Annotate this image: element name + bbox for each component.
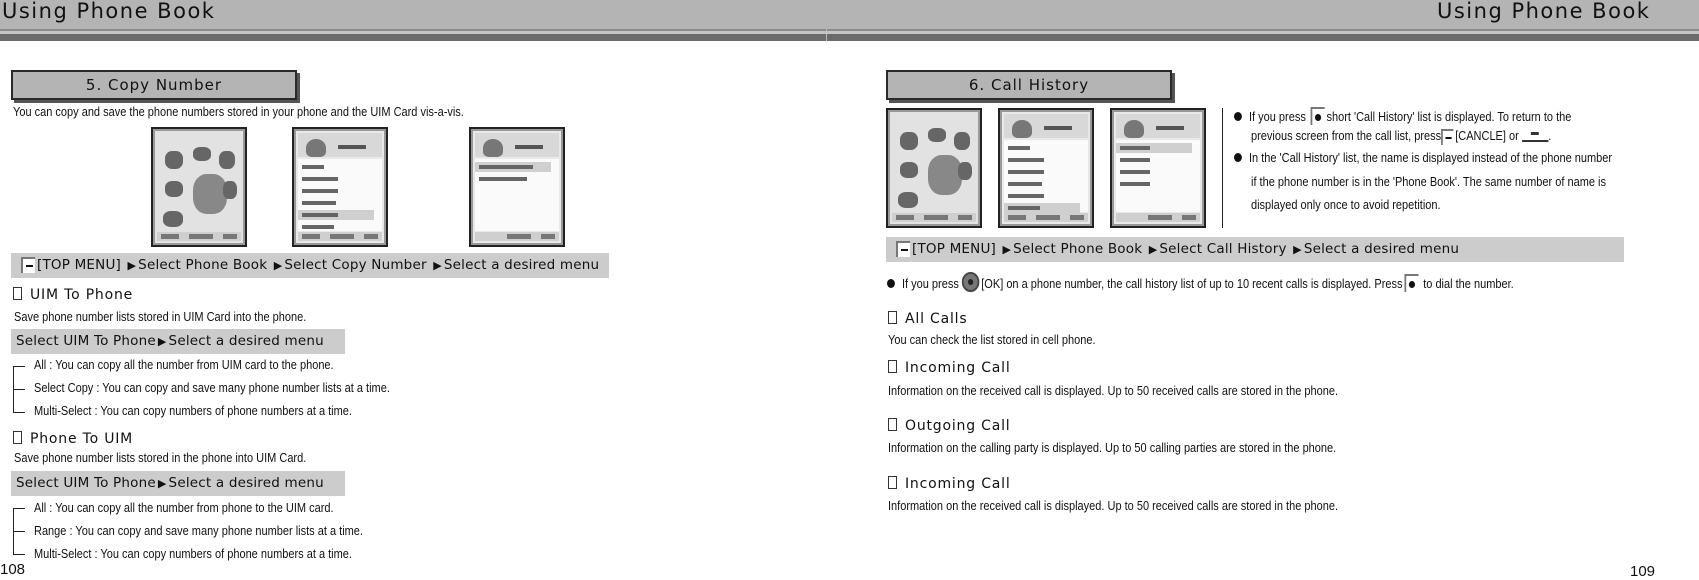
path-item: [TOP MENU] xyxy=(37,257,121,273)
arrow-right-icon: ▶ xyxy=(157,477,167,490)
sub-path-phone-to-uim: Select UIM To Phone ▶ Select a desired men… xyxy=(11,471,345,496)
note-line: displayed only once to avoid repetition. xyxy=(1251,198,1441,212)
menu-path-call-history: [TOP MENU] ▶ Select Phone Book ▶ Select Ca… xyxy=(886,237,1624,262)
arrow-right-icon: ▶ xyxy=(1148,243,1158,256)
subsection-description: Save phone number lists stored in UIM Ca… xyxy=(14,310,307,324)
note-line: If you press short 'Call History' list i… xyxy=(1234,107,1571,125)
phone-screenshot-call-history xyxy=(1110,108,1206,228)
send-key-icon xyxy=(1310,107,1325,125)
arrow-right-icon: ▶ xyxy=(1002,243,1012,256)
page-number-left: 108 xyxy=(0,561,26,578)
option-item: Multi-Select : You can copy numbers of p… xyxy=(34,547,352,561)
square-bullet-icon xyxy=(888,311,897,324)
phone-screenshot-main-menu xyxy=(886,108,982,228)
path-item: Select a desired menu xyxy=(1303,241,1460,257)
option-item: Select Copy : You can copy and save many… xyxy=(34,381,390,395)
path-item: Select Call History xyxy=(1159,241,1287,257)
bullet-icon xyxy=(1234,153,1242,162)
menu-path-copy-number: [TOP MENU] ▶ Select Phone Book ▶ Select Co… xyxy=(11,253,609,278)
arrow-right-icon: ▶ xyxy=(433,259,442,272)
header-divider xyxy=(0,34,1699,41)
square-bullet-icon xyxy=(888,360,897,373)
option-item: All : You can copy all the number from p… xyxy=(34,501,334,515)
subsection-description: Information on the received call is disp… xyxy=(888,384,1339,398)
square-bullet-icon xyxy=(888,476,897,489)
phone-screenshot-phone-book xyxy=(292,127,388,247)
note-line: if the phone number is in the 'Phone Boo… xyxy=(1251,175,1606,189)
subsection-description: Information on the calling party is disp… xyxy=(888,441,1337,455)
note-line: previous screen from the call list, pres… xyxy=(1251,128,1552,145)
path-item: Select a desired menu xyxy=(443,257,600,273)
section-title-copy-number: 5. Copy Number xyxy=(11,70,297,100)
phone-screenshot-main-menu xyxy=(151,127,247,247)
bracket-tick xyxy=(13,531,25,532)
subsection-heading: Phone To UIM xyxy=(13,431,133,447)
path-item: Select Copy Number xyxy=(284,257,427,273)
bracket-tick xyxy=(13,508,25,509)
phone-screenshot-phone-book xyxy=(998,108,1094,228)
subsection-description: Save phone number lists stored in the ph… xyxy=(14,451,307,465)
option-item: Range : You can copy and save many phone… xyxy=(34,524,363,538)
square-bullet-icon xyxy=(13,287,22,300)
arrow-right-icon: ▶ xyxy=(273,259,283,272)
subsection-heading: All Calls xyxy=(888,311,967,327)
subsection-heading: UIM To Phone xyxy=(13,287,133,303)
ok-note: If you press [OK] on a phone number, the… xyxy=(887,272,1514,292)
bullet-icon xyxy=(887,279,895,288)
option-item: Multi-Select : You can copy numbers of p… xyxy=(34,404,352,418)
menu-key-icon xyxy=(1441,128,1454,145)
page-number-right: 109 xyxy=(1630,563,1656,580)
subsection-heading: Outgoing Call xyxy=(888,418,1010,434)
right-header-title: Using Phone Book xyxy=(1437,0,1651,23)
notes-divider xyxy=(1222,108,1223,228)
option-item: All : You can copy all the number from U… xyxy=(34,358,334,372)
note-line: In the 'Call History' list, the name is … xyxy=(1234,151,1612,165)
left-header-title: Using Phone Book xyxy=(2,0,216,23)
end-key-icon xyxy=(1521,128,1549,142)
bracket-tick xyxy=(13,389,25,390)
intro-text: You can copy and save the phone numbers … xyxy=(13,105,464,119)
subsection-heading: Incoming Call xyxy=(888,476,1011,492)
arrow-right-icon: ▶ xyxy=(127,259,137,272)
arrow-right-icon: ▶ xyxy=(1293,243,1302,256)
subsection-description: You can check the list stored in cell ph… xyxy=(888,333,1096,347)
arrow-right-icon: ▶ xyxy=(157,335,167,348)
path-item: [TOP MENU] xyxy=(912,241,996,257)
menu-key-icon xyxy=(21,257,35,273)
bracket-tick xyxy=(13,412,25,413)
section-title-call-history: 6. Call History xyxy=(886,70,1172,100)
bracket-tick xyxy=(13,554,25,555)
bullet-icon xyxy=(1234,112,1242,121)
page-gutter xyxy=(826,29,827,41)
square-bullet-icon xyxy=(13,431,22,444)
subsection-description: Information on the received call is disp… xyxy=(888,499,1339,513)
path-item: Select Phone Book xyxy=(138,257,268,273)
bracket-tick xyxy=(13,366,25,367)
sub-path-uim-to-phone: Select UIM To Phone ▶ Select a desired men… xyxy=(11,329,345,354)
phone-screenshot-copy-number xyxy=(469,127,565,247)
subsection-heading: Incoming Call xyxy=(888,360,1011,376)
path-item: Select Phone Book xyxy=(1013,241,1143,257)
square-bullet-icon xyxy=(888,418,897,431)
menu-key-icon xyxy=(896,241,910,257)
send-key-icon xyxy=(1404,274,1419,292)
ok-key-icon xyxy=(961,272,980,292)
